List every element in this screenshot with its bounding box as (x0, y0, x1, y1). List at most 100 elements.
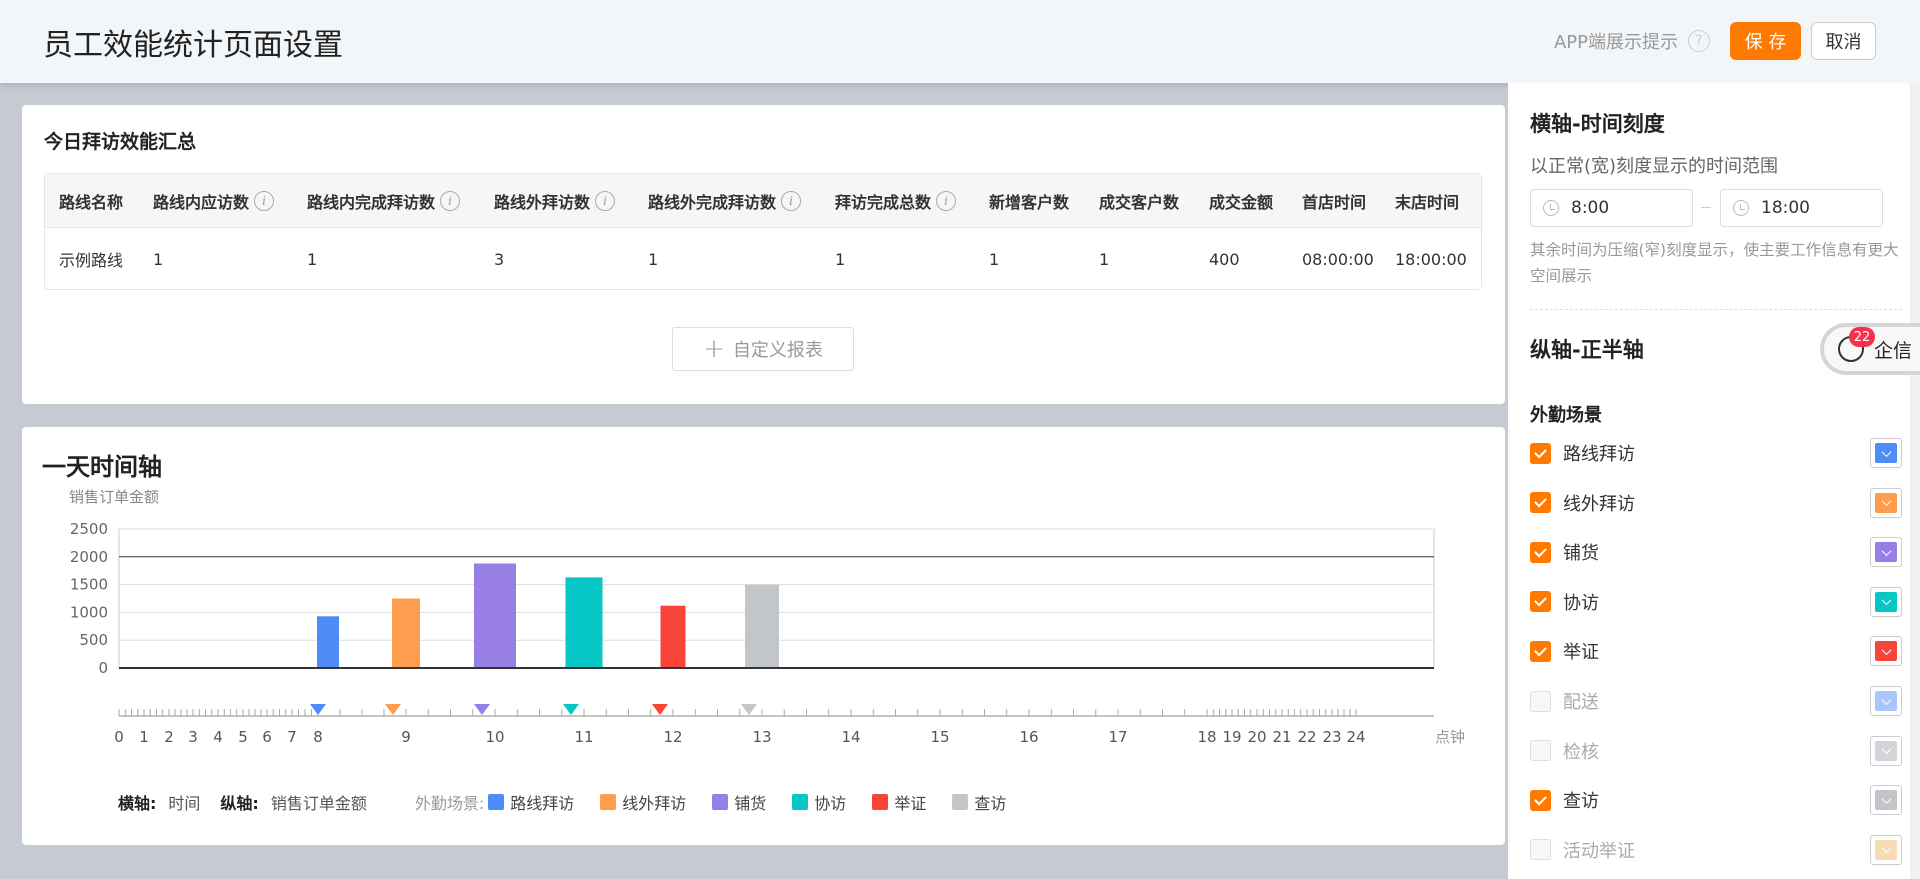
bar-11 (565, 577, 603, 668)
scene-option[interactable]: 活动举证 (1530, 833, 1910, 867)
time-marker-8 (310, 704, 326, 715)
legend-item: 铺货 (712, 790, 766, 814)
col-offroute-completed: 路线外完成拜访数 i (648, 174, 802, 228)
chevron-down-icon (1875, 691, 1897, 711)
color-picker[interactable] (1870, 438, 1902, 468)
legend-swatch (872, 794, 889, 810)
clock-icon (1543, 200, 1559, 216)
color-picker[interactable] (1870, 735, 1902, 766)
divider (1530, 309, 1902, 310)
start-time-input[interactable]: 8:00 (1530, 189, 1693, 227)
legend-label: 协访 (814, 794, 847, 813)
legend-x-key: 横轴: (118, 794, 157, 813)
scene-checkbox[interactable] (1530, 789, 1551, 811)
table-cell: 1 (1099, 249, 1110, 269)
bar-9 (392, 598, 420, 668)
info-icon[interactable]: i (936, 191, 957, 211)
scene-checkbox[interactable] (1530, 591, 1551, 613)
scene-checkbox[interactable] (1530, 492, 1551, 514)
scene-checkbox[interactable] (1530, 690, 1551, 712)
bar-8 (317, 616, 339, 668)
legend-swatch (600, 794, 617, 810)
table-cell: 1 (835, 249, 846, 269)
scene-checkbox[interactable] (1530, 740, 1551, 762)
scene-checkbox[interactable] (1530, 541, 1551, 563)
bar-12 (660, 605, 686, 668)
color-picker[interactable] (1870, 785, 1902, 816)
legend-items: 路线拜访 线外拜访 铺货 协访 举证 查访 (488, 790, 1032, 814)
table-cell: 1 (989, 249, 1000, 269)
legend-label: 铺货 (734, 794, 767, 813)
save-button[interactable]: 保 存 (1730, 22, 1801, 60)
chevron-down-icon (1875, 839, 1897, 860)
y-tick-label: 500 (79, 631, 108, 649)
legend-swatch (712, 794, 729, 810)
col-deal-amount: 成交金额 (1209, 193, 1274, 212)
legend-item: 查访 (952, 790, 1006, 814)
legend-y-value: 销售订单金额 (270, 794, 367, 813)
info-icon[interactable]: i (254, 191, 275, 211)
legend-label: 查访 (974, 794, 1007, 813)
scene-option[interactable]: 铺货 (1530, 535, 1910, 569)
info-icon[interactable]: i (595, 191, 616, 211)
page-header: 员工效能统计页面设置 APP端展示提示 ? 保 存 取消 (0, 0, 1920, 83)
col-route-completed: 路线内完成拜访数 i (307, 174, 461, 228)
scene-checkbox[interactable] (1530, 640, 1551, 662)
color-picker[interactable] (1870, 686, 1902, 716)
x-tick-label: 0 (114, 728, 124, 746)
col-route-planned: 路线内应访数 i (153, 174, 275, 228)
scene-label: 活动举证 (1563, 840, 1635, 862)
scene-option[interactable]: 检核 (1530, 734, 1910, 768)
chevron-down-icon (1875, 542, 1897, 563)
help-icon[interactable]: ? (1688, 30, 1710, 52)
chevron-down-icon (1875, 443, 1897, 463)
scene-checkbox[interactable] (1530, 442, 1551, 464)
x-tick-label: 21 (1272, 728, 1291, 746)
color-picker[interactable] (1870, 834, 1902, 865)
bar-13 (745, 584, 779, 668)
x-tick-label: 3 (188, 728, 198, 746)
scene-label: 配送 (1563, 692, 1599, 713)
y-tick-label: 2500 (70, 520, 108, 538)
panel-scrollbar[interactable] (1910, 83, 1920, 879)
x-tick-label: 15 (930, 728, 949, 746)
legend-swatch (488, 794, 505, 810)
app-display-tip[interactable]: APP端展示提示 (1554, 28, 1678, 54)
scene-option[interactable]: 配送 (1530, 684, 1910, 718)
scene-option[interactable]: 路线拜访 (1530, 436, 1910, 470)
info-icon[interactable]: i (781, 191, 802, 211)
scene-label: 线外拜访 (1563, 493, 1635, 515)
chevron-down-icon (1875, 740, 1897, 761)
color-picker[interactable] (1870, 636, 1902, 667)
legend-label: 路线拜访 (510, 794, 575, 813)
x-tick-label: 4 (213, 728, 223, 746)
info-icon[interactable]: i (440, 191, 461, 211)
timeline-card: 一天时间轴 0 500 1000 1500 2000 2500 销售订单金额 0 1 2 3 4 5 6 7… (22, 427, 1505, 845)
legend-swatch (792, 794, 809, 810)
timeline-chart: 05001000150020002500销售订单金额0 1 2 3 4 5 6 7 8 9 10 11… (69, 488, 1465, 746)
scene-option[interactable]: 协访 (1530, 585, 1910, 619)
legend-swatch (952, 794, 969, 810)
cancel-button[interactable]: 取消 (1811, 22, 1876, 60)
scene-option[interactable]: 查访 (1530, 783, 1910, 817)
scene-option[interactable]: 线外拜访 (1530, 486, 1910, 520)
x-axis-title: 横轴-时间刻度 (1530, 112, 1665, 136)
legend-item: 举证 (872, 790, 926, 814)
color-picker[interactable] (1870, 586, 1902, 617)
end-time-input[interactable]: 18:00 (1720, 189, 1883, 227)
scene-option[interactable]: 举证 (1530, 634, 1910, 668)
color-picker[interactable] (1870, 537, 1902, 568)
table-cell: 400 (1209, 249, 1240, 269)
y-axis-label: 销售订单金额 (69, 488, 159, 506)
custom-report-button[interactable]: + 自定义报表 (672, 327, 854, 371)
x-axis-label: 点钟 (1435, 728, 1465, 746)
range-separator (1701, 207, 1711, 208)
y-tick-label: 1000 (70, 603, 108, 621)
scene-checkbox[interactable] (1530, 839, 1551, 861)
col-total-completed: 拜访完成总数 i (835, 174, 957, 228)
x-tick-label: 19 (1222, 728, 1241, 746)
scene-label: 协访 (1563, 592, 1599, 614)
x-tick-label: 10 (485, 728, 504, 746)
x-tick-label: 16 (1019, 728, 1038, 746)
color-picker[interactable] (1870, 487, 1902, 518)
